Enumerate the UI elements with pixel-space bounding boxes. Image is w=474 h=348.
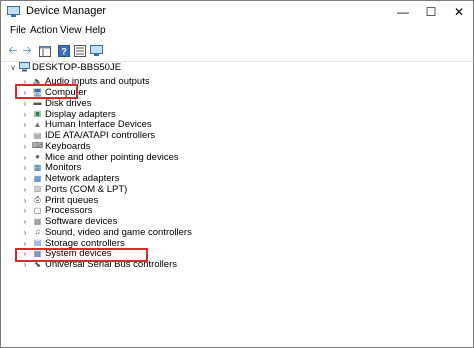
menu-bar: File Action View Help: [1, 23, 473, 41]
properties-button[interactable]: [73, 44, 87, 58]
tree-item-label: Keyboards: [45, 140, 91, 152]
highlight-box: [15, 248, 148, 262]
hid-icon: ▲: [33, 119, 42, 129]
expand-chevron-icon[interactable]: ›: [21, 195, 29, 206]
tree-item-label: Storage controllers: [45, 237, 125, 249]
help-button[interactable]: ?: [57, 44, 71, 58]
sound-controller-icon: ♫: [34, 227, 41, 237]
keyboard-icon: ⌨: [32, 141, 43, 151]
tree-item-label: Human Interface Devices: [45, 119, 152, 131]
printer-icon: ⎙: [34, 195, 41, 204]
minimize-button[interactable]: —: [389, 1, 417, 23]
tree-item-label: Display adapters: [45, 108, 116, 120]
highlight-box: [15, 84, 78, 99]
tree-item-label: Print queues: [45, 194, 99, 206]
window-title: Device Manager: [26, 5, 107, 17]
root-label: DESKTOP-BBS50JE: [32, 62, 122, 73]
display-adapter-icon: ▣: [33, 109, 42, 118]
expand-chevron-icon[interactable]: ›: [21, 173, 29, 184]
expand-chevron-icon[interactable]: ›: [21, 109, 29, 120]
help-icon: ?: [58, 45, 70, 57]
collapse-chevron-icon[interactable]: ∨: [9, 62, 17, 73]
expand-chevron-icon[interactable]: ›: [21, 238, 29, 249]
ide-controller-icon: ▤: [33, 130, 42, 140]
tree-item-label: Software devices: [45, 216, 118, 227]
properties-icon: [74, 45, 86, 57]
device-tree: ∨ DESKTOP-BBS50JE › 🔈 Audio inputs and o…: [1, 62, 473, 347]
monitor-icon: ▩: [33, 162, 42, 172]
forward-arrow-icon: 🡢: [22, 44, 32, 57]
tree-item-label: Monitors: [45, 162, 82, 174]
expand-chevron-icon[interactable]: ›: [21, 162, 29, 173]
software-device-icon: ▦: [33, 216, 42, 226]
expand-chevron-icon[interactable]: ›: [21, 152, 29, 163]
tree-item-label: Network adapters: [45, 173, 120, 184]
tree-item-label: Processors: [45, 205, 93, 217]
menu-file[interactable]: File: [10, 25, 26, 36]
menu-view[interactable]: View: [60, 25, 82, 36]
storage-controller-icon: ▤: [33, 238, 42, 247]
toolbar: 🡠 🡢 ?: [1, 41, 473, 62]
expand-chevron-icon[interactable]: ›: [21, 227, 29, 238]
monitor-scan-icon: [89, 45, 103, 56]
show-hide-console-tree-button[interactable]: [38, 44, 52, 58]
back-arrow-icon: 🡠: [8, 44, 18, 57]
tree-item-label: Sound, video and game controllers: [45, 226, 192, 238]
close-icon: ✕: [453, 5, 465, 19]
scan-hardware-button[interactable]: [89, 44, 103, 58]
forward-button[interactable]: 🡢: [20, 44, 34, 58]
expand-chevron-icon[interactable]: ›: [21, 205, 29, 216]
expand-chevron-icon[interactable]: ›: [21, 184, 29, 195]
back-button[interactable]: 🡠: [6, 44, 20, 58]
disk-drive-icon: ▬: [33, 98, 42, 108]
title-bar[interactable]: Device Manager — ☐ ✕: [1, 1, 473, 23]
close-button[interactable]: ✕: [445, 1, 473, 23]
svg-text:?: ?: [61, 47, 67, 57]
expand-chevron-icon[interactable]: ›: [21, 130, 29, 141]
expand-chevron-icon[interactable]: ›: [21, 216, 29, 227]
menu-action[interactable]: Action: [30, 25, 58, 36]
mouse-icon: ●: [35, 152, 40, 161]
network-adapter-icon: ▦: [33, 173, 42, 183]
computer-root-icon: [19, 62, 30, 72]
tree-item-label: Ports (COM & LPT): [45, 183, 128, 195]
tree-item-label: Mice and other pointing devices: [45, 151, 179, 163]
processor-icon: ▢: [33, 205, 42, 215]
maximize-button[interactable]: ☐: [417, 1, 445, 23]
device-manager-window: Device Manager — ☐ ✕ File Action View He…: [0, 0, 474, 348]
console-tree-icon: [39, 45, 51, 57]
device-manager-icon: [7, 6, 20, 17]
expand-chevron-icon[interactable]: ›: [21, 141, 29, 152]
minimize-icon: —: [397, 5, 409, 19]
expand-chevron-icon[interactable]: ›: [21, 119, 29, 130]
maximize-icon: ☐: [425, 5, 437, 19]
port-icon: ▨: [33, 184, 42, 194]
menu-help[interactable]: Help: [85, 25, 106, 36]
expand-chevron-icon[interactable]: ›: [21, 98, 29, 109]
tree-item-label: Disk drives: [45, 97, 92, 109]
tree-item-label: IDE ATA/ATAPI controllers: [45, 130, 156, 141]
